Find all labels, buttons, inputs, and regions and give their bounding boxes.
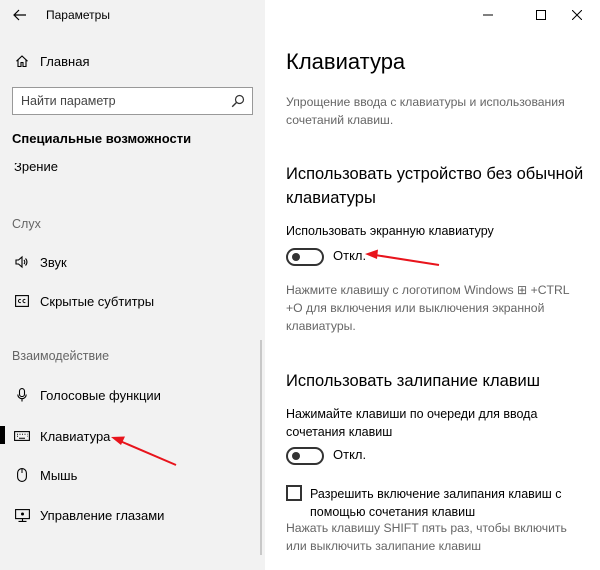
- sidebar-item-label: Главная: [40, 53, 90, 69]
- search-input[interactable]: [21, 92, 221, 110]
- settings-window: Параметры Главная Специальные возможност…: [0, 0, 600, 570]
- sticky-keys-checkbox-hint: Нажать клавишу SHIFT пять раз, чтобы вкл…: [286, 521, 567, 553]
- sidebar-item-eye-control[interactable]: Управление глазами: [0, 497, 262, 533]
- eye-control-icon: [12, 508, 32, 522]
- back-arrow-icon: [13, 9, 26, 21]
- osk-toggle-state: Откл.: [333, 248, 367, 263]
- search-box[interactable]: [12, 87, 253, 115]
- sticky-keys-shortcut-checkbox[interactable]: [286, 485, 302, 501]
- sidebar-item-label: Мышь: [40, 467, 78, 483]
- osk-section-heading: Использовать устройство без обычной клав…: [286, 165, 584, 207]
- osk-setting-label: Использовать экранную клавиатуру: [286, 224, 494, 238]
- mouse-icon: [12, 468, 32, 482]
- microphone-icon: [12, 388, 32, 402]
- sticky-keys-toggle[interactable]: [286, 447, 324, 465]
- toggle-knob: [292, 452, 300, 460]
- sticky-keys-setting-label: Нажимайте клавиши по очереди для ввода с…: [286, 407, 538, 439]
- osk-hint: Нажмите клавишу с логотипом Windows ⊞ +C…: [286, 283, 570, 333]
- sticky-keys-toggle-state: Откл.: [333, 447, 367, 462]
- closed-captions-icon: [12, 295, 32, 307]
- speaker-icon: [12, 255, 32, 269]
- sidebar: Параметры Главная Специальные возможност…: [0, 0, 265, 570]
- toggle-knob: [292, 253, 300, 261]
- sidebar-item-label: Скрытые субтитры: [40, 293, 155, 309]
- sidebar-item-closed-captions[interactable]: Скрытые субтитры: [0, 283, 262, 319]
- page-description: Упрощение ввода с клавиатуры и использов…: [286, 95, 565, 127]
- close-button[interactable]: [554, 0, 600, 30]
- maximize-icon: [536, 10, 546, 20]
- category-title: Специальные возможности: [12, 131, 192, 146]
- sidebar-item-label: Управление глазами: [40, 507, 165, 523]
- annotation-arrow-osk: [365, 249, 440, 266]
- app-title: Параметры: [46, 8, 110, 22]
- minimize-button[interactable]: [465, 0, 511, 30]
- search-icon[interactable]: [231, 94, 245, 108]
- minimize-icon: [483, 14, 493, 16]
- sidebar-item-sound[interactable]: Звук: [0, 244, 262, 280]
- sticky-keys-checkbox-label[interactable]: Разрешить включение залипания клавиш с п…: [310, 485, 580, 521]
- close-icon: [572, 10, 582, 20]
- osk-toggle[interactable]: [286, 248, 324, 266]
- sidebar-scrollbar[interactable]: [260, 340, 262, 555]
- main-content: Клавиатура Упрощение ввода с клавиатуры …: [265, 0, 600, 570]
- keyboard-icon: [12, 431, 32, 441]
- sidebar-item-label: Звук: [40, 254, 67, 270]
- sidebar-item-label: Зрение: [14, 163, 58, 174]
- section-header-hearing: Слух: [12, 217, 41, 231]
- sidebar-item-home[interactable]: Главная: [0, 43, 262, 79]
- sidebar-item-vision-partial[interactable]: Зрение: [14, 163, 58, 175]
- sticky-keys-heading: Использовать залипание клавиш: [286, 372, 540, 390]
- sidebar-item-label: Клавиатура: [40, 428, 111, 444]
- back-button[interactable]: [6, 4, 34, 26]
- sidebar-item-label: Голосовые функции: [40, 387, 161, 403]
- sidebar-item-speech[interactable]: Голосовые функции: [0, 377, 262, 413]
- section-header-interaction: Взаимодействие: [12, 349, 110, 363]
- home-icon: [12, 54, 32, 68]
- annotation-arrow-keyboard: [111, 436, 177, 466]
- page-title: Клавиатура: [286, 49, 406, 74]
